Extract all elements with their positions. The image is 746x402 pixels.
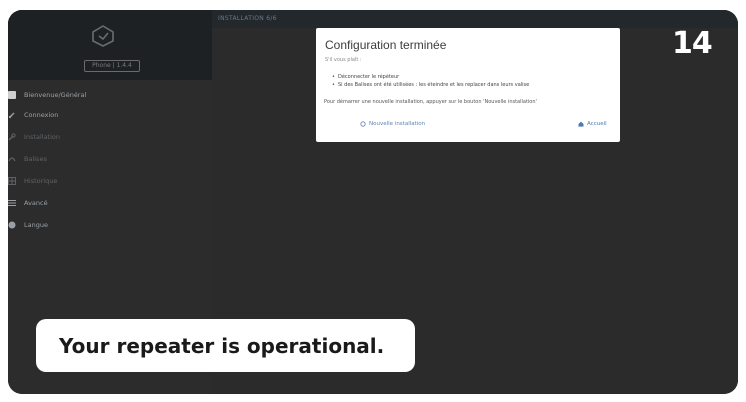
new-installation-button[interactable]: Nouvelle installation [360, 121, 425, 127]
sidebar-item-label: Installation [24, 133, 61, 141]
sidebar-item-connexion[interactable]: Connexion [8, 104, 212, 126]
grid-icon [8, 177, 16, 185]
dialog-subtitle: S'il vous plaît : [325, 57, 362, 63]
sidebar-item-installation[interactable]: Installation [8, 126, 212, 148]
list-item: Si des Balises ont été utilisées : les é… [332, 81, 529, 89]
home-label: Accueil [587, 121, 607, 127]
page-title: INSTALLATION 6/6 [218, 15, 277, 22]
globe-icon [8, 221, 16, 229]
sidebar-item-historique[interactable]: Historique [8, 170, 212, 192]
list-item: Déconnecter le répéteur [332, 73, 529, 81]
sidebar-item-balises[interactable]: Balises [8, 148, 212, 170]
home-button[interactable]: Accueil [578, 121, 607, 127]
caption-banner: Your repeater is operational. [36, 319, 415, 372]
sidebar-item-label: Langue [24, 221, 48, 229]
beacon-icon [8, 157, 16, 162]
sidebar-item-general[interactable]: Bienvenue/Général [8, 86, 212, 104]
logo-icon [92, 25, 114, 47]
sidebar-item-label: Avancé [24, 199, 48, 207]
version-badge: Phone | 1.4.4 [84, 60, 140, 72]
sidebar-item-label: Bienvenue/Général [24, 91, 87, 99]
sidebar-item-langue[interactable]: Langue [8, 214, 212, 236]
sidebar-item-label: Balises [24, 155, 47, 163]
completion-dialog: Configuration terminée S'il vous plaît :… [316, 28, 620, 142]
wrench-icon [8, 133, 16, 141]
list-icon [8, 199, 16, 207]
link-icon [8, 112, 15, 119]
step-number: 14 [672, 26, 713, 61]
new-installation-label: Nouvelle installation [369, 121, 426, 127]
home-icon [578, 121, 584, 127]
refresh-icon [360, 121, 366, 127]
topbar: INSTALLATION 6/6 [212, 10, 738, 28]
instruction-list: Déconnecter le répéteur Si des Balises o… [332, 73, 529, 89]
sidebar-item-avance[interactable]: Avancé [8, 192, 212, 214]
square-icon [8, 91, 16, 99]
sidebar-item-label: Historique [24, 177, 58, 185]
sidebar-item-label: Connexion [24, 111, 59, 119]
dialog-note: Pour démarrer une nouvelle installation,… [324, 99, 537, 105]
logo-block: Phone | 1.4.4 [8, 10, 212, 80]
dialog-title: Configuration terminée [325, 38, 447, 52]
sidebar-menu: Bienvenue/Général Connexion Installation [8, 86, 212, 236]
caption-text: Your repeater is operational. [59, 333, 385, 358]
